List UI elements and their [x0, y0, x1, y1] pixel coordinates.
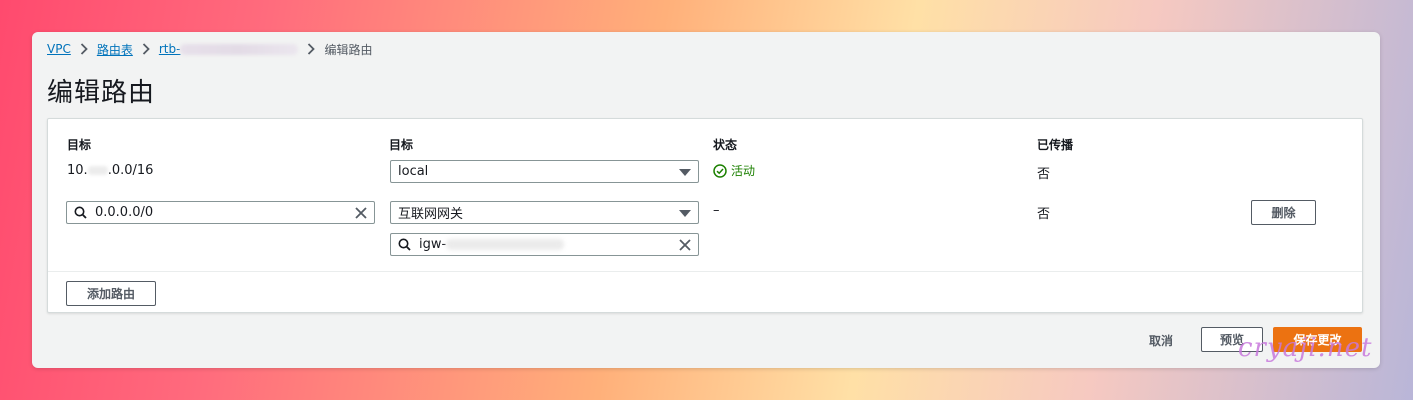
status-label: 活动 — [731, 164, 756, 178]
breadcrumb-route-table-id[interactable]: rtb- — [159, 42, 299, 56]
caret-down-icon — [679, 210, 691, 217]
search-icon — [74, 206, 87, 219]
target-select-value: local — [398, 164, 429, 179]
header-propagated: 已传播 — [1037, 138, 1074, 152]
redacted-igw-id — [446, 239, 565, 250]
search-icon — [398, 238, 411, 251]
breadcrumb-vpc[interactable]: VPC — [47, 42, 71, 56]
close-icon[interactable] — [354, 206, 368, 220]
destination-input-value: 0.0.0.0/0 — [95, 205, 154, 220]
destination-input[interactable]: 0.0.0.0/0 — [66, 201, 375, 224]
target-select-local[interactable]: local — [390, 160, 699, 183]
chevron-right-icon — [80, 43, 88, 55]
check-circle-icon — [713, 163, 727, 178]
header-destination: 目标 — [67, 138, 92, 152]
chevron-right-icon — [307, 43, 316, 55]
caret-down-icon — [679, 169, 691, 176]
cancel-button[interactable]: 取消 — [1149, 332, 1173, 349]
breadcrumb-current: 编辑路由 — [324, 42, 373, 57]
divider — [48, 271, 1362, 272]
breadcrumb-route-tables[interactable]: 路由表 — [97, 41, 133, 58]
route-table-id-prefix: rtb- — [158, 42, 181, 56]
propagated-value: 否 — [1037, 207, 1051, 222]
breadcrumb: VPC 路由表 rtb- 编辑路由 — [47, 41, 372, 57]
add-route-button[interactable]: 添加路由 — [66, 281, 156, 306]
target-select-igw[interactable]: 互联网网关 — [390, 201, 699, 224]
routes-panel: 目标 目标 状态 已传播 10. .0.0/16 local 活动 否 0.0.0… — [47, 118, 1363, 313]
remove-route-button[interactable]: 删除 — [1251, 200, 1316, 225]
status-active: 活动 — [713, 162, 755, 179]
redacted-id — [180, 44, 299, 55]
page-title: 编辑路由 — [47, 78, 156, 108]
chevron-right-icon — [142, 43, 150, 55]
header-target: 目标 — [389, 138, 414, 152]
watermark: cryaji.net — [1238, 333, 1373, 363]
route-destination: 10. .0.0/16 — [67, 163, 153, 178]
header-status: 状态 — [713, 138, 738, 152]
propagated-value: 否 — [1037, 167, 1051, 182]
igw-search-value: igw- — [419, 237, 447, 252]
target-select-value: 互联网网关 — [398, 207, 464, 222]
igw-search-input[interactable]: igw- — [390, 233, 699, 256]
destination-suffix: .0.0/16 — [107, 163, 154, 178]
edit-routes-window: VPC 路由表 rtb- 编辑路由 编辑路由 目标 目标 状态 已传播 10..… — [32, 32, 1380, 368]
close-icon[interactable] — [678, 238, 692, 252]
destination-prefix: 10. — [67, 163, 88, 178]
redacted-octet — [87, 166, 108, 175]
status-none: – — [713, 203, 720, 218]
